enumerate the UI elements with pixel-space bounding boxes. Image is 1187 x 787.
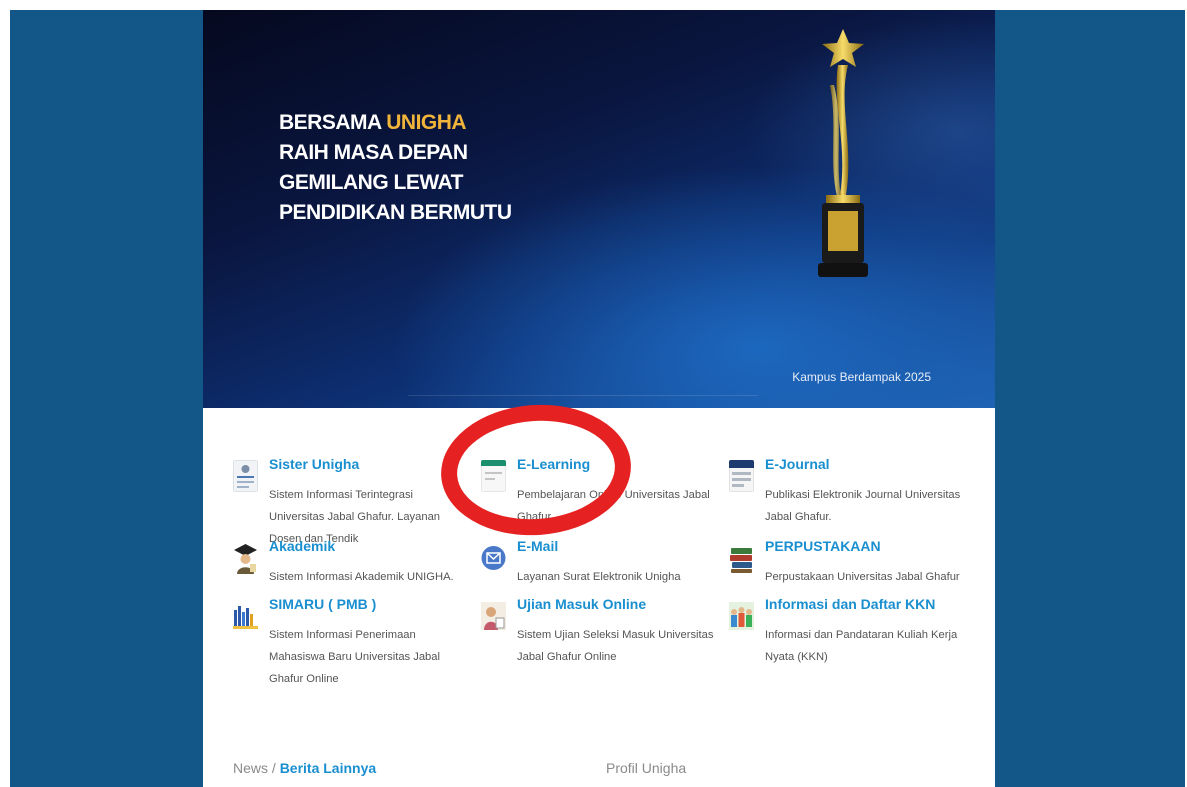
ejournal-icon[interactable] xyxy=(729,460,754,492)
kkn-icon[interactable] xyxy=(729,600,754,632)
service-title-akademik[interactable]: Akademik xyxy=(269,538,335,554)
hero-divider xyxy=(408,395,758,396)
pmb-icon[interactable] xyxy=(233,600,258,632)
hero-line4: PENDIDIKAN BERMUTU xyxy=(279,201,512,224)
service-title-email[interactable]: E-Mail xyxy=(517,538,558,554)
service-title-perpustakaan[interactable]: PERPUSTAKAAN xyxy=(765,538,881,554)
books-icon[interactable] xyxy=(729,542,754,574)
hero-line3: GEMILANG LEWAT xyxy=(279,171,463,194)
hero-line2: RAIH MASA DEPAN xyxy=(279,141,468,164)
trophy-icon xyxy=(818,29,868,277)
graduate-icon[interactable] xyxy=(233,542,258,574)
profile-heading[interactable]: Profil Unigha xyxy=(606,760,686,776)
exam-icon[interactable] xyxy=(481,600,506,632)
hero-headline: BERSAMA UNIGHA RAIH MASA DEPAN GEMILANG … xyxy=(279,108,512,228)
service-desc-simaru: Sistem Informasi Penerimaan Mahasiswa Ba… xyxy=(269,629,440,685)
hero-line1-accent: UNIGHA xyxy=(386,111,467,134)
service-title-ejournal[interactable]: E-Journal xyxy=(765,456,830,472)
service-desc-email: Layanan Surat Elektronik Unigha xyxy=(517,571,681,583)
service-desc-ejournal: Publikasi Elektronik Journal Universitas… xyxy=(765,489,961,523)
sister-icon[interactable] xyxy=(233,460,258,492)
service-title-ujian[interactable]: Ujian Masuk Online xyxy=(517,596,646,612)
news-prefix: News / xyxy=(233,760,280,776)
service-title-kkn[interactable]: Informasi dan Daftar KKN xyxy=(765,596,935,612)
service-desc-ujian: Sistem Ujian Seleksi Masuk Universitas J… xyxy=(517,629,714,663)
news-heading: News / Berita Lainnya xyxy=(233,760,376,776)
main-container: BERSAMA UNIGHA RAIH MASA DEPAN GEMILANG … xyxy=(203,10,995,787)
service-desc-perpustakaan: Perpustakaan Universitas Jabal Ghafur xyxy=(765,571,960,583)
service-desc-akademik: Sistem Informasi Akademik UNIGHA. xyxy=(269,571,454,583)
mail-icon[interactable] xyxy=(481,542,506,574)
hero-banner[interactable]: BERSAMA UNIGHA RAIH MASA DEPAN GEMILANG … xyxy=(203,10,995,408)
service-title-sister[interactable]: Sister Unigha xyxy=(269,456,359,472)
hero-line1-prefix: BERSAMA xyxy=(279,111,387,134)
service-title-simaru[interactable]: SIMARU ( PMB ) xyxy=(269,596,376,612)
news-more-link[interactable]: Berita Lainnya xyxy=(280,760,376,776)
service-desc-kkn: Informasi dan Pandataran Kuliah Kerja Ny… xyxy=(765,629,958,663)
hero-caption: Kampus Berdampak 2025 xyxy=(792,370,931,384)
